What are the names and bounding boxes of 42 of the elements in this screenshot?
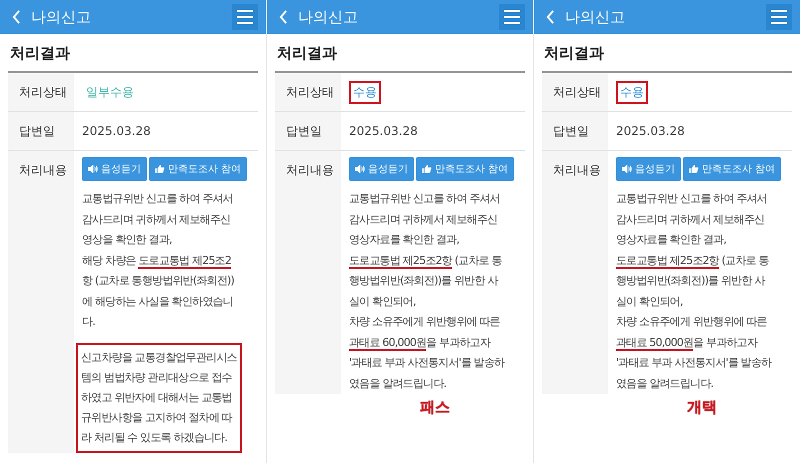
menu-icon[interactable] <box>499 4 525 30</box>
listen-button[interactable]: 음성듣기 <box>82 157 147 181</box>
speaker-icon <box>622 165 632 173</box>
caption: 패스 <box>419 398 451 417</box>
caption: 개택 <box>686 398 718 417</box>
page-title: 나의신고 <box>298 8 359 26</box>
status-value: 수용 <box>616 80 648 104</box>
speaker-icon <box>88 165 98 173</box>
page-title: 나의신고 <box>31 8 92 26</box>
thumbs-up-icon <box>689 165 699 173</box>
row-label: 답변일 <box>553 124 589 138</box>
row-label: 처리내용 <box>553 163 601 177</box>
menu-icon[interactable] <box>766 4 792 30</box>
survey-button[interactable]: 만족도조사 참여 <box>416 157 514 181</box>
listen-button[interactable]: 음성듣기 <box>616 157 681 181</box>
row-label: 처리상태 <box>19 85 67 99</box>
back-icon[interactable] <box>546 10 555 24</box>
row-label: 처리내용 <box>19 163 67 177</box>
back-icon[interactable] <box>279 10 288 24</box>
menu-icon[interactable] <box>232 4 258 30</box>
answer-date: 2025.03.28 <box>349 124 418 138</box>
response-text: 교통법규위반 신고를 하여 주셔서 감사드리며 귀하께서 제보해주신 영상자료를 확인한 결과, 도로교통법 제25조2항 (교차로 통 행방법위반(좌회전))를 위반한 사 실이 확인되어, 차량 소유주에게 위반행위에 따른 과태료 60,000원을 부과하고자 '과태료 부과 사전통지서'를 발송하 였음을 알려드립니다. <box>349 191 504 392</box>
row-label: 처리상태 <box>286 85 334 99</box>
highlighted-note: 신고차량을 교통경찰업무관리시스 템의 범법차량 관리대상으로 접수 하였고 위반자에 대해서는 교통법 규위반사항을 고지하여 절차에 따 라 처리될 수 있도록 하겠습니다. <box>76 342 242 452</box>
response-text: 교통법규위반 신고를 하여 주셔서 감사드리며 귀하께서 제보해주신 영상을 확인한 결과, 해당 차량은 도로교통법 제25조2 항 (교차로 통행방법위반(좌회전)) 에 해당하는 사실을 확인하였습니 다. <box>82 191 234 330</box>
speaker-icon <box>355 165 365 173</box>
answer-date: 2025.03.28 <box>82 124 151 138</box>
listen-button[interactable]: 음성듣기 <box>349 157 414 181</box>
page-title: 나의신고 <box>565 8 626 26</box>
row-label: 처리내용 <box>286 163 334 177</box>
survey-button[interactable]: 만족도조사 참여 <box>683 157 782 181</box>
row-label: 처리상태 <box>553 85 601 99</box>
row-label: 답변일 <box>19 124 55 138</box>
status-value: 수용 <box>349 80 381 104</box>
answer-date: 2025.03.28 <box>616 124 685 138</box>
thumbs-up-icon <box>155 165 165 173</box>
row-label: 답변일 <box>286 124 322 138</box>
survey-button[interactable]: 만족도조사 참여 <box>149 157 248 181</box>
thumbs-up-icon <box>422 165 432 173</box>
status-value: 일부수용 <box>85 84 135 100</box>
back-icon[interactable] <box>12 10 21 24</box>
response-text: 교통법규위반 신고를 하여 주셔서 감사드리며 귀하께서 제보해주신 영상자료를 확인한 결과, 도로교통법 제25조2항 (교차로 통 행방법위반(좌회전))를 위반한 사 실이 확인되어, 차량 소유주에게 위반행위에 따른 과태료 50,000원을 부과하고자 '과태료 부과 사전통지서'를 발송하 였음을 알려드립니다. <box>616 191 772 392</box>
